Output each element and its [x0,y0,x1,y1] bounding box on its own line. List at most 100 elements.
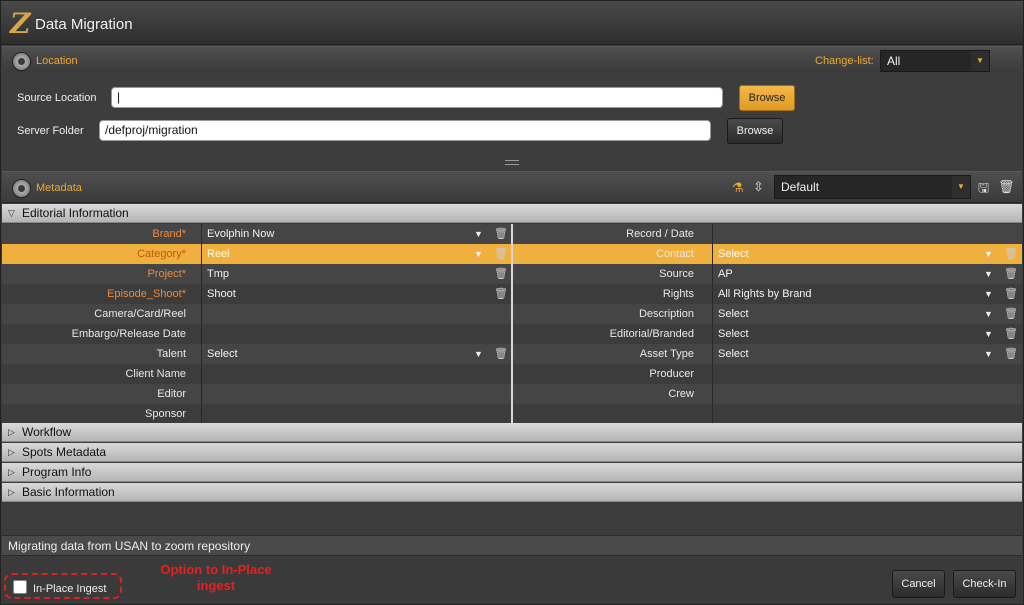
field-value[interactable]: All Rights by Brand [718,284,968,304]
field-value[interactable]: Select [718,244,968,264]
clear-trash-icon[interactable]: 🗑 [494,264,508,284]
changelist-select[interactable]: All ▼ [880,50,990,72]
clear-trash-icon[interactable]: 🗑 [1004,304,1018,324]
field-value[interactable]: Select [718,304,968,324]
group-spots-metadata[interactable]: ▷ Spots Metadata [2,443,1022,462]
resize-grip[interactable] [505,160,519,165]
clear-trash-icon[interactable]: 🗑 [1004,244,1018,264]
clear-trash-icon[interactable]: 🗑 [1004,264,1018,284]
trash-icon[interactable]: 🗑 [998,179,1015,195]
group-label: Editorial Information [22,206,129,220]
checkin-button[interactable]: Check-In [953,570,1016,598]
field-label: Camera/Card/Reel [94,308,186,320]
dropdown-arrow-icon[interactable]: ▼ [984,324,993,344]
collapse-icon[interactable]: ⇳ [753,179,764,195]
field-label: Contact [656,248,694,260]
field-label: Producer [649,368,694,380]
dropdown-arrow-icon[interactable]: ▼ [984,304,993,324]
field-label: Rights [662,288,694,300]
server-browse-button[interactable]: Browse [727,118,783,144]
chevron-down-icon: ▼ [952,176,970,198]
clear-trash-icon[interactable]: 🗑 [1004,324,1018,344]
field-label: Editor [157,388,186,400]
group-basic-information[interactable]: ▷ Basic Information [2,483,1022,502]
status-bar: Migrating data from USAN to zoom reposit… [2,535,1022,556]
source-location-input[interactable]: | [111,87,723,108]
location-icon [12,52,31,71]
location-header: Location Change-list: All ▼ [2,46,1022,74]
metadata-title: Metadata [36,182,82,194]
group-label: Program Info [22,465,92,479]
dropdown-arrow-icon[interactable]: ▼ [984,264,993,284]
chevron-down-icon: ▼ [971,51,989,71]
dropdown-arrow-icon[interactable]: ▼ [474,244,483,264]
dropdown-arrow-icon[interactable]: ▼ [474,224,483,244]
group-label: Basic Information [22,485,115,499]
group-label: Spots Metadata [22,445,107,459]
field-label: Record / Date [626,228,694,240]
server-folder-input[interactable]: /defproj/migration [99,120,711,141]
field-label: Editorial/Branded [609,328,694,340]
clear-trash-icon[interactable]: 🗑 [494,244,508,264]
field-value[interactable]: Reel [207,244,457,264]
field-label: Brand* [152,228,186,240]
title-bar: Z Data Migration [1,1,1023,45]
field-label: Project* [147,268,186,280]
clear-trash-icon[interactable]: 🗑 [494,284,508,304]
group-editorial-information[interactable]: ▽ Editorial Information [2,204,1022,223]
metadata-template-select[interactable]: Default ▼ [774,175,971,199]
flask-icon[interactable]: ⚗ [732,180,744,196]
pane-divider[interactable] [511,224,513,423]
source-location-label: Source Location [17,92,97,104]
inplace-ingest-label: In-Place Ingest [33,583,107,595]
dropdown-arrow-icon[interactable]: ▼ [984,244,993,264]
field-label: Episode_Shoot* [107,288,186,300]
expanded-triangle-icon: ▽ [8,208,15,218]
changelist-value: All [887,54,901,68]
field-label: Sponsor [145,408,186,420]
save-icon[interactable]: 🖫 [978,179,989,201]
window-title: Data Migration [35,16,133,33]
clear-trash-icon[interactable]: 🗑 [1004,284,1018,304]
dropdown-arrow-icon[interactable]: ▼ [984,284,993,304]
column-divider [201,224,202,423]
clear-trash-icon[interactable]: 🗑 [494,224,508,244]
metadata-template-value: Default [781,180,820,194]
metadata-header: Metadata ⚗ ⇳ Default ▼ 🖫 🗑 [2,171,1022,203]
field-label: Talent [156,348,186,360]
field-value[interactable]: Select [718,344,968,364]
server-folder-label: Server Folder [17,125,84,137]
field-label: Source [659,268,694,280]
collapsed-triangle-icon: ▷ [8,467,15,477]
dropdown-arrow-icon[interactable]: ▼ [984,344,993,364]
column-divider [712,224,713,423]
field-value[interactable]: Evolphin Now [207,224,457,244]
group-program-info[interactable]: ▷ Program Info [2,463,1022,482]
group-label: Workflow [22,425,72,439]
collapsed-triangle-icon: ▷ [8,487,15,497]
annotation-text: Option to In-Place ingest [160,562,272,593]
group-workflow[interactable]: ▷ Workflow [2,423,1022,442]
source-browse-button[interactable]: Browse [739,85,795,111]
field-value[interactable]: Select [718,324,968,344]
cancel-button[interactable]: Cancel [892,570,945,598]
clear-trash-icon[interactable]: 🗑 [1004,344,1018,364]
field-value[interactable]: Shoot [207,284,457,304]
dropdown-arrow-icon[interactable]: ▼ [474,344,483,364]
app-logo-icon: Z [10,7,31,40]
field-label: Asset Type [639,348,694,360]
location-title: Location [36,55,78,67]
collapsed-triangle-icon: ▷ [8,447,15,457]
collapsed-triangle-icon: ▷ [8,427,15,437]
field-label: Crew [668,388,694,400]
field-value[interactable]: Tmp [207,264,457,284]
clear-trash-icon[interactable]: 🗑 [494,344,508,364]
inplace-ingest-checkbox[interactable] [13,580,27,594]
field-label: Category* [137,248,186,260]
field-label: Client Name [125,368,186,380]
field-label: Embargo/Release Date [71,328,186,340]
changelist-label: Change-list: [815,55,874,67]
field-value[interactable]: AP [718,264,968,284]
field-label: Description [638,308,694,320]
field-value[interactable]: Select [207,344,457,364]
